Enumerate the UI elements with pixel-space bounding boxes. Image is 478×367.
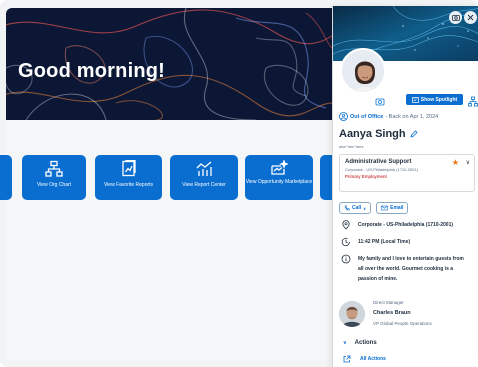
job-department: Corporate - US-Philadelphia (1710-2001) bbox=[345, 167, 418, 172]
location-pin-icon bbox=[342, 220, 350, 230]
employment-type: Primary Employment bbox=[345, 174, 387, 179]
profile-quickcard-panel: Show Spotlight Out of Office - Back on A… bbox=[332, 6, 478, 367]
chevron-down-icon[interactable]: ∨ bbox=[466, 159, 470, 167]
location-text: Corporate - US-Philadelphia (1710-2001) bbox=[358, 222, 454, 228]
close-icon bbox=[467, 14, 474, 21]
employee-name: Aanya Singh bbox=[339, 128, 406, 140]
name-row: Aanya Singh bbox=[339, 128, 418, 140]
camera-icon bbox=[451, 15, 460, 21]
tile-label: View Opportunity Marketplace bbox=[245, 179, 313, 185]
favorite-star-icon[interactable]: ★ bbox=[452, 159, 459, 167]
marketplace-icon bbox=[271, 160, 288, 175]
contact-actions: Call ∨ Email bbox=[339, 202, 409, 214]
local-time-text: 11:42 PM (Local Time) bbox=[358, 239, 411, 245]
chevron-down-icon: ∨ bbox=[363, 205, 367, 211]
local-time-row: 11:42 PM (Local Time) bbox=[341, 237, 410, 247]
info-icon bbox=[341, 254, 351, 264]
tile-partial-right[interactable] bbox=[320, 155, 332, 200]
chevron-down-icon: ∨ bbox=[343, 340, 347, 346]
tile-label: View Favorite Reports bbox=[103, 182, 154, 188]
tile-view-opportunity-marketplace[interactable]: View Opportunity Marketplace bbox=[245, 155, 313, 200]
reports-icon bbox=[121, 160, 136, 177]
profile-photo-image bbox=[342, 50, 384, 92]
email-button[interactable]: Email bbox=[376, 202, 409, 214]
job-info-card[interactable]: Administrative Support Corporate - US-Ph… bbox=[339, 154, 475, 192]
manager-avatar bbox=[339, 301, 365, 327]
manager-name: Charles Braun bbox=[373, 310, 411, 316]
profile-photo[interactable] bbox=[340, 48, 386, 94]
show-spotlight-label: Show Spotlight bbox=[420, 96, 458, 103]
spotlight-icon bbox=[411, 96, 419, 103]
clock-icon bbox=[341, 237, 350, 247]
camera-icon bbox=[375, 98, 385, 106]
change-photo-button[interactable] bbox=[373, 94, 387, 106]
email-icon bbox=[381, 205, 388, 211]
all-actions-label: All Actions bbox=[360, 356, 386, 362]
org-chart-button[interactable] bbox=[468, 94, 478, 107]
call-button[interactable]: Call ∨ bbox=[339, 202, 372, 214]
email-label: Email bbox=[390, 205, 404, 211]
report-center-icon bbox=[196, 161, 212, 176]
tile-partial-left[interactable] bbox=[0, 155, 12, 200]
manager-role-label: Direct Manager bbox=[373, 300, 404, 305]
org-chart-icon bbox=[45, 160, 63, 177]
tile-view-report-center[interactable]: View Report Center bbox=[170, 155, 238, 200]
direct-manager-card[interactable]: Direct Manager Charles Braun VP Global P… bbox=[339, 296, 475, 334]
change-banner-camera-button[interactable] bbox=[449, 11, 462, 24]
show-spotlight-button[interactable]: Show Spotlight bbox=[406, 94, 463, 105]
about-text: My family and I love to entertain guests… bbox=[358, 256, 464, 282]
actions-section-toggle[interactable]: ∨ Actions bbox=[343, 340, 377, 346]
app-frame: Good morning! View Org Chart View Favori… bbox=[0, 0, 478, 367]
greeting-text: Good morning! bbox=[18, 60, 166, 82]
external-link-icon bbox=[343, 355, 351, 363]
manager-photo-image bbox=[339, 301, 365, 327]
all-actions-link[interactable]: All Actions bbox=[343, 355, 386, 363]
org-chart-icon bbox=[468, 96, 478, 107]
about-row: My family and I love to entertain guests… bbox=[341, 254, 470, 284]
status-detail: - Back on Apr 1, 2024 bbox=[385, 113, 439, 120]
close-panel-button[interactable] bbox=[464, 11, 477, 24]
phone-icon bbox=[344, 205, 350, 211]
location-row: Corporate - US-Philadelphia (1710-2001) bbox=[341, 220, 453, 230]
home-hero-banner: Good morning! bbox=[6, 8, 332, 120]
edit-pencil-icon[interactable] bbox=[410, 130, 418, 138]
job-title: Administrative Support bbox=[345, 159, 412, 165]
out-of-office-status: Out of Office - Back on Apr 1, 2024 bbox=[339, 112, 438, 121]
status-title: Out of Office bbox=[350, 113, 384, 120]
status-person-icon bbox=[339, 112, 348, 121]
actions-header: Actions bbox=[354, 340, 377, 346]
manager-title: VP Global People Operations bbox=[373, 321, 432, 326]
tile-view-favorite-reports[interactable]: View Favorite Reports bbox=[95, 155, 162, 200]
tile-view-org-chart[interactable]: View Org Chart bbox=[22, 155, 86, 200]
call-label: Call bbox=[352, 205, 362, 211]
tile-label: View Report Center bbox=[182, 182, 226, 188]
tile-label: View Org Chart bbox=[36, 182, 72, 188]
pronouns: she/ her/ hers bbox=[339, 144, 364, 149]
